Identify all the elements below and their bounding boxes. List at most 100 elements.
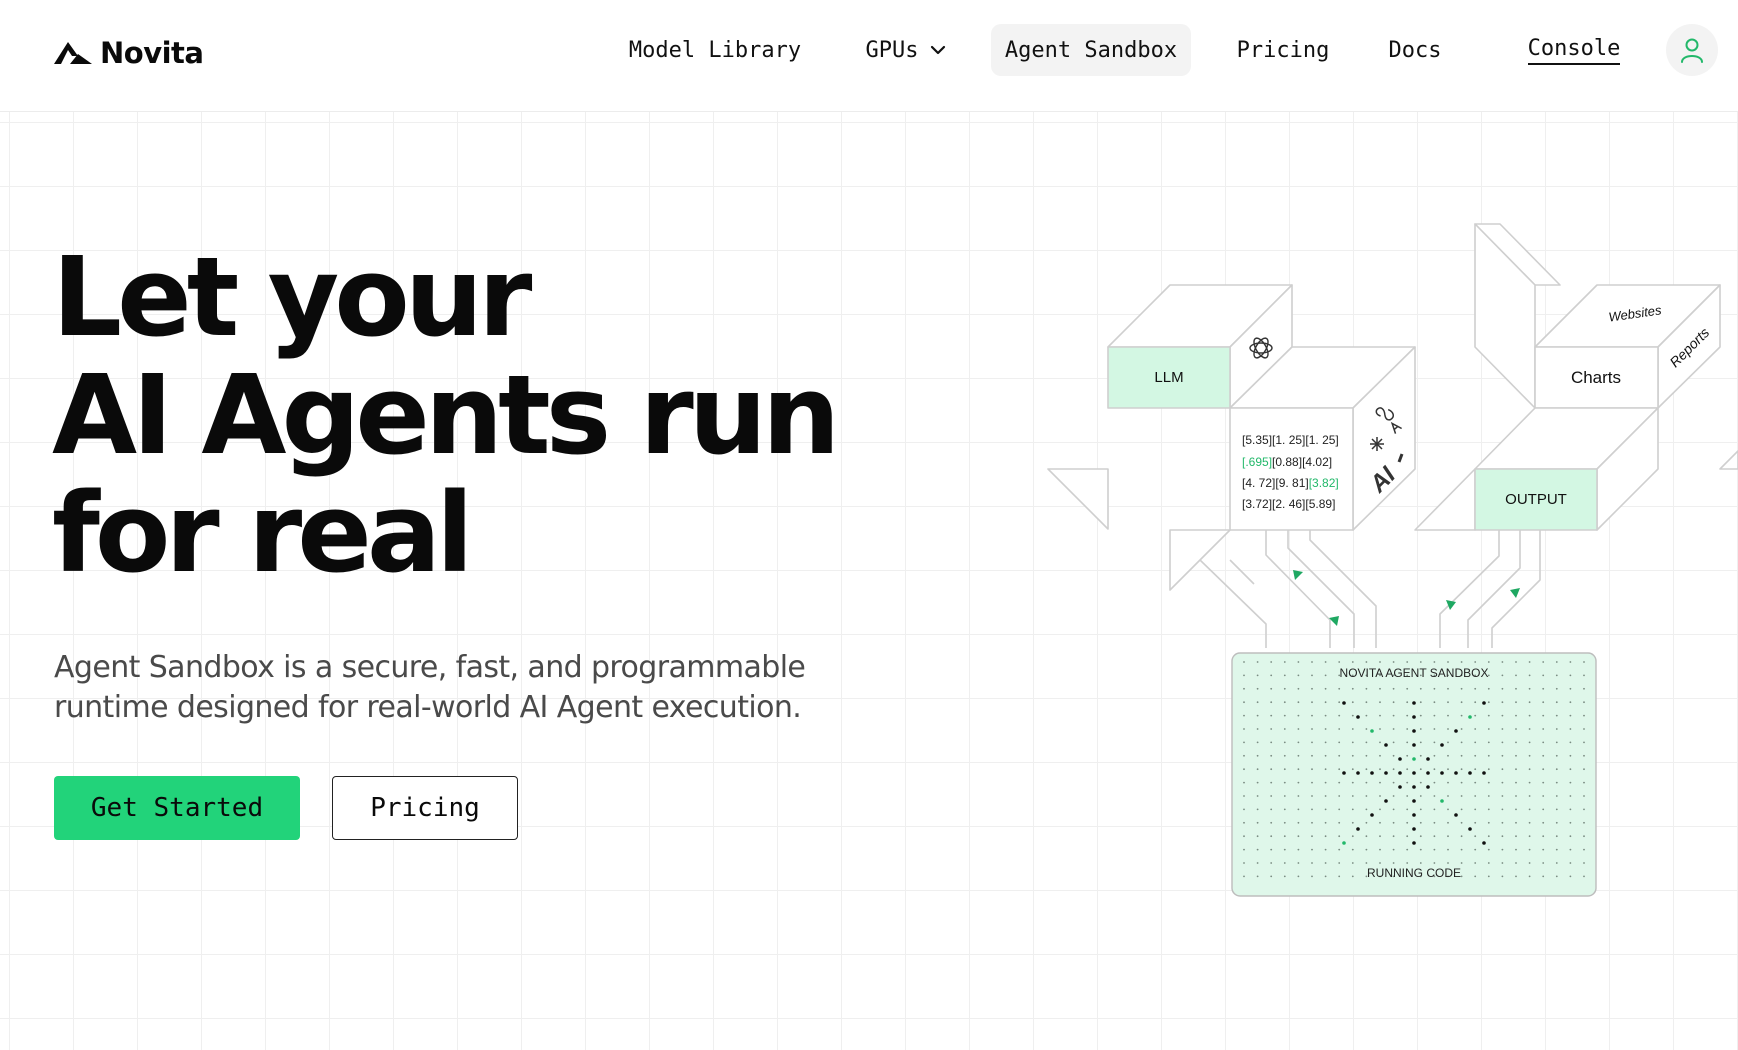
pricing-button[interactable]: Pricing — [332, 776, 518, 840]
arrow-marker-3 — [1446, 600, 1456, 610]
nav-agent-sandbox[interactable]: Agent Sandbox — [991, 24, 1191, 76]
sandbox-dot — [1569, 795, 1572, 797]
nav-docs[interactable]: Docs — [1378, 24, 1452, 76]
pipe-left-outer — [1265, 530, 1331, 648]
sandbox-dot — [1297, 754, 1300, 757]
sandbox-dot — [1297, 728, 1300, 730]
sandbox-dot — [1297, 835, 1300, 838]
brand-name: Novita — [100, 36, 204, 70]
sandbox-dot — [1283, 862, 1286, 864]
pricing-button-label: Pricing — [370, 793, 480, 823]
sandbox-dot — [1311, 835, 1313, 838]
sandbox-dot — [1297, 701, 1300, 704]
matrix-row-1: [5.35][1. 25][1. 25] — [1242, 433, 1339, 447]
sandbox-dot — [1569, 754, 1572, 757]
account-avatar-button[interactable] — [1666, 24, 1718, 76]
brand-logo[interactable]: Novita — [54, 33, 204, 73]
sandbox-dot — [1433, 781, 1436, 784]
sandbox-dot — [1419, 741, 1422, 744]
sandbox-dot — [1324, 701, 1327, 704]
sandbox-dot — [1487, 687, 1490, 690]
sandbox-dot — [1583, 875, 1585, 878]
sandbox-dot — [1447, 848, 1449, 851]
nav-console[interactable]: Console — [1522, 24, 1626, 76]
nav-model-library[interactable]: Model Library — [616, 24, 814, 76]
sandbox-dot — [1351, 741, 1354, 744]
sandbox-dot — [1501, 687, 1504, 690]
sandbox-dot — [1501, 674, 1504, 677]
sandbox-dot — [1283, 821, 1286, 824]
sandbox-dot — [1365, 701, 1368, 704]
sandbox-dot — [1542, 741, 1545, 744]
sandbox-dot — [1487, 875, 1490, 878]
sandbox-asterisk-dot — [1482, 771, 1486, 775]
sandbox-dot — [1419, 768, 1422, 771]
charts-label: Charts — [1571, 368, 1621, 387]
sandbox-dot — [1487, 728, 1490, 730]
sandbox-dot — [1542, 714, 1545, 717]
sandbox-dot — [1365, 754, 1368, 757]
sandbox-dot — [1256, 701, 1259, 704]
sandbox-dot — [1379, 781, 1381, 784]
sandbox-dot — [1351, 795, 1354, 797]
sandbox-dot — [1270, 808, 1273, 811]
sandbox-dot — [1256, 741, 1259, 744]
sandbox-dot — [1338, 714, 1341, 717]
sandbox-dot — [1283, 674, 1286, 677]
sandbox-dot — [1338, 835, 1341, 838]
sandbox-dot — [1528, 835, 1531, 838]
sandbox-asterisk-dot — [1412, 715, 1416, 719]
hero-title: Let your AI Agents run for real — [52, 238, 840, 592]
sandbox-dot — [1406, 754, 1409, 757]
matrix-cell-2-3: [4.02] — [1302, 455, 1332, 469]
sandbox-dot — [1256, 862, 1259, 864]
sandbox-asterisk-dot — [1468, 771, 1472, 775]
sandbox-dot — [1583, 848, 1585, 851]
sandbox-dot — [1392, 728, 1395, 730]
sandbox-dot — [1297, 795, 1300, 797]
sandbox-dot — [1555, 687, 1558, 690]
sandbox-dot — [1542, 862, 1545, 864]
get-started-label: Get Started — [90, 793, 264, 823]
sandbox-dot — [1270, 862, 1273, 864]
sandbox-dot — [1311, 687, 1313, 690]
sandbox-dot — [1528, 741, 1531, 744]
sandbox-dot — [1406, 714, 1409, 717]
sandbox-dot — [1406, 687, 1409, 690]
sandbox-dot — [1243, 781, 1245, 784]
get-started-button[interactable]: Get Started — [54, 776, 300, 840]
sandbox-dot — [1406, 661, 1409, 663]
sandbox-dot — [1542, 808, 1545, 811]
sandbox-dot — [1542, 781, 1545, 784]
sandbox-dot — [1243, 741, 1245, 744]
sandbox-dot — [1460, 821, 1463, 824]
page: Novita Model Library GPUs Agent Sandbox … — [0, 0, 1738, 1050]
sandbox-dot — [1406, 848, 1409, 851]
nav-pricing[interactable]: Pricing — [1224, 24, 1342, 76]
sandbox-dot — [1542, 821, 1545, 824]
sandbox-dot — [1283, 808, 1286, 811]
sandbox-dot — [1460, 701, 1463, 704]
novita-logo-icon — [54, 42, 92, 64]
sandbox-dot — [1555, 875, 1558, 878]
pipe-left-inner-2 — [1309, 530, 1377, 648]
sandbox-dot — [1338, 795, 1341, 797]
sandbox-asterisk-dot — [1454, 771, 1458, 775]
sandbox-dot — [1406, 808, 1409, 811]
sandbox-dot — [1379, 728, 1381, 730]
sandbox-dot — [1487, 768, 1490, 771]
sandbox-dot — [1474, 701, 1477, 704]
sandbox-dot — [1501, 741, 1504, 744]
sandbox-dot — [1338, 781, 1341, 784]
sandbox-dot — [1583, 835, 1585, 838]
sandbox-dot — [1297, 661, 1300, 663]
sandbox-dot — [1542, 848, 1545, 851]
matrix-cell-1-2: [1. 25] — [1272, 433, 1305, 447]
sandbox-dot — [1460, 795, 1463, 797]
sandbox-dot — [1542, 835, 1545, 838]
nav-gpus-dropdown[interactable]: GPUs — [856, 24, 956, 76]
sandbox-dot — [1351, 781, 1354, 784]
sandbox-dot — [1419, 848, 1422, 851]
sandbox-dot — [1297, 687, 1300, 690]
sandbox-dot — [1256, 687, 1259, 690]
